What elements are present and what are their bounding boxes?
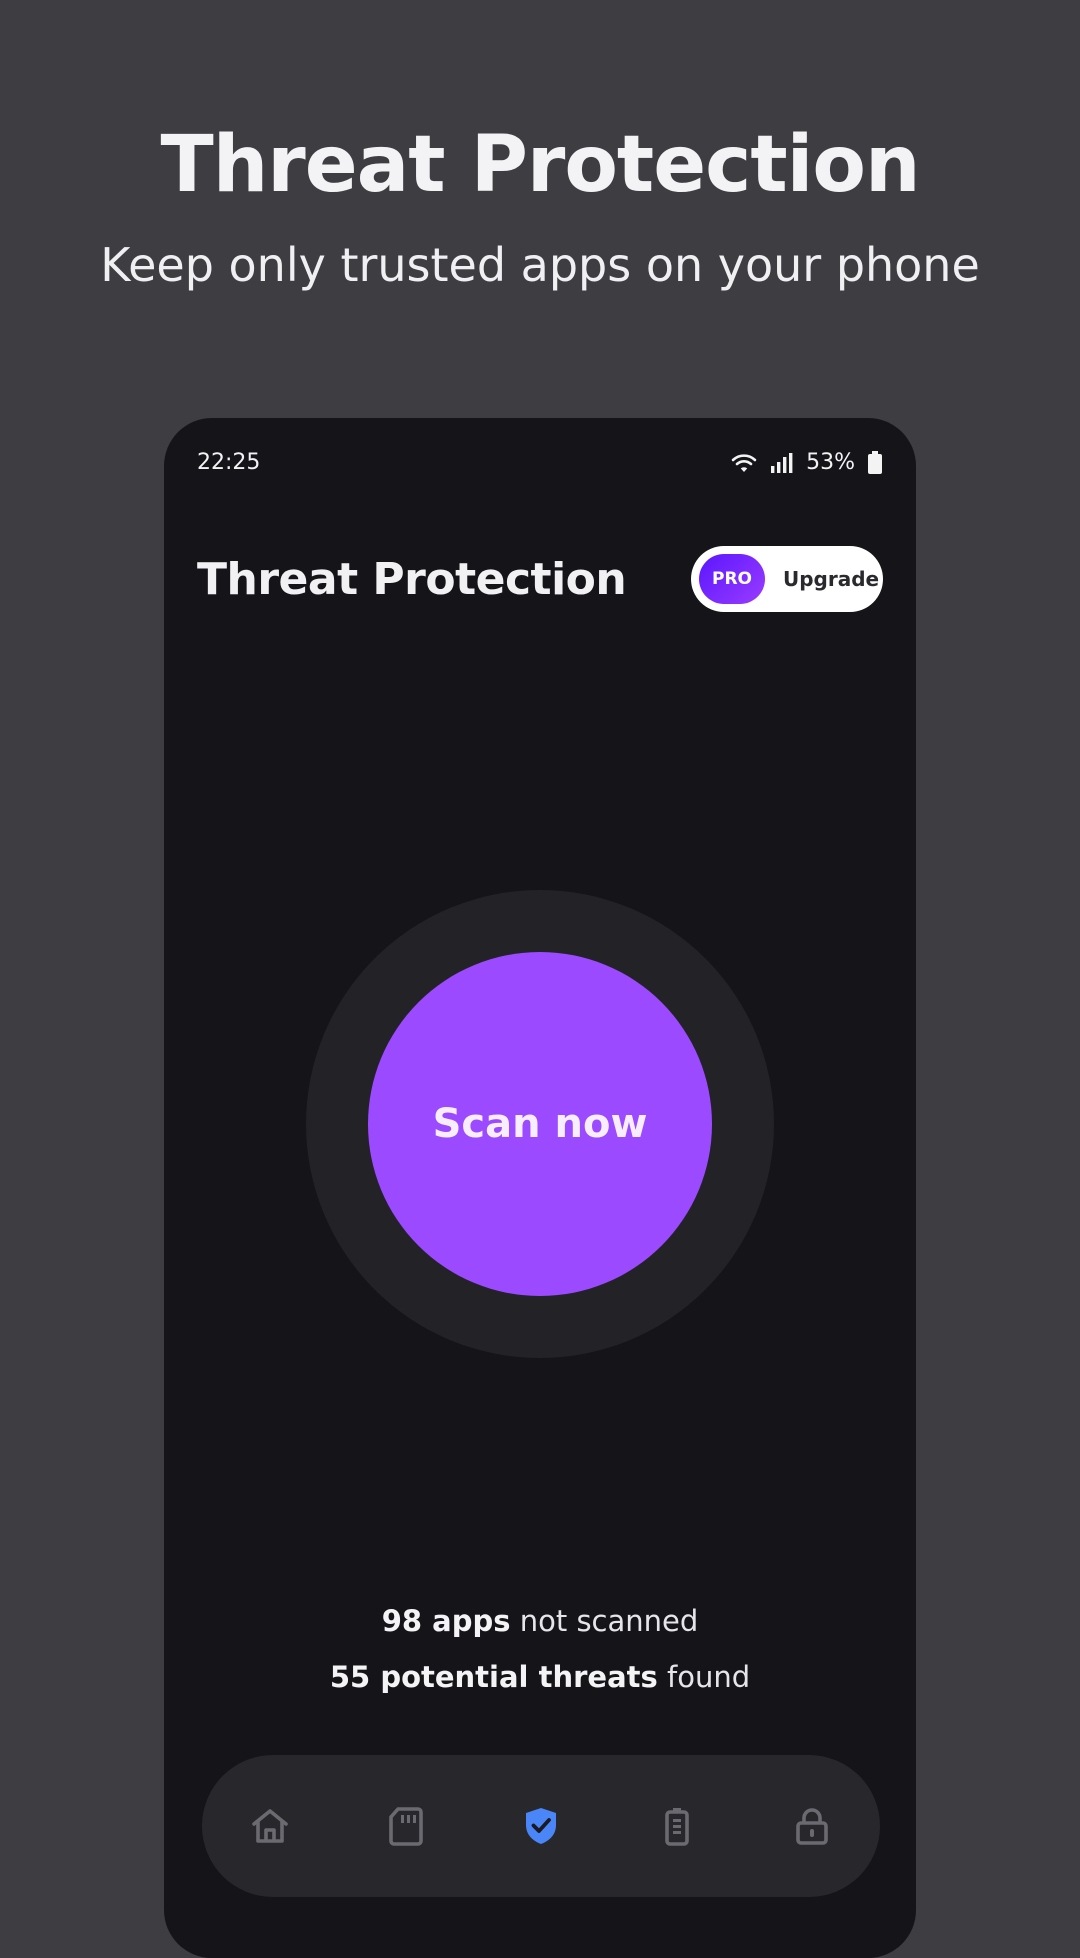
promo-screen: Threat Protection Keep only trusted apps… xyxy=(0,0,1080,1958)
scan-stats: 98 apps not scanned 55 potential threats… xyxy=(164,1604,916,1716)
apps-count: 98 apps xyxy=(381,1604,511,1638)
signal-icon xyxy=(770,452,794,474)
promo-title: Threat Protection xyxy=(160,120,921,210)
nav-item-battery[interactable] xyxy=(641,1790,713,1862)
threats-suffix: found xyxy=(657,1660,751,1694)
apps-suffix: not scanned xyxy=(510,1604,699,1638)
upgrade-button[interactable]: PRO Upgrade xyxy=(691,546,883,612)
sd-card-icon xyxy=(384,1804,428,1848)
pro-badge: PRO xyxy=(699,554,765,604)
scan-now-button[interactable]: Scan now xyxy=(368,952,712,1296)
nav-item-home[interactable] xyxy=(234,1790,306,1862)
nav-item-app-lock[interactable] xyxy=(776,1790,848,1862)
status-time: 22:25 xyxy=(197,450,261,475)
battery-saver-icon xyxy=(655,1804,699,1848)
shield-check-icon xyxy=(519,1804,563,1848)
nav-item-threat-protection[interactable] xyxy=(505,1790,577,1862)
scan-ring: Scan now xyxy=(306,890,774,1358)
apps-not-scanned: 98 apps not scanned xyxy=(164,1604,916,1638)
lock-icon xyxy=(790,1804,834,1848)
page-title: Threat Protection xyxy=(197,554,627,605)
threats-count: 55 potential threats xyxy=(329,1660,658,1694)
status-bar: 22:25 53% xyxy=(197,446,883,486)
threats-found: 55 potential threats found xyxy=(164,1660,916,1694)
battery-percentage: 53% xyxy=(806,450,855,475)
status-icons: 53% xyxy=(730,450,883,475)
battery-icon xyxy=(867,450,883,475)
wifi-icon xyxy=(730,451,758,475)
nav-item-storage[interactable] xyxy=(370,1790,442,1862)
app-header: Threat Protection PRO Upgrade xyxy=(197,546,883,614)
phone-frame: 22:25 53% Threat Protection PRO Upgrade … xyxy=(164,418,916,1958)
home-icon xyxy=(248,1804,292,1848)
promo-subtitle: Keep only trusted apps on your phone xyxy=(100,238,980,292)
upgrade-label: Upgrade xyxy=(783,567,880,591)
bottom-nav xyxy=(202,1755,880,1897)
